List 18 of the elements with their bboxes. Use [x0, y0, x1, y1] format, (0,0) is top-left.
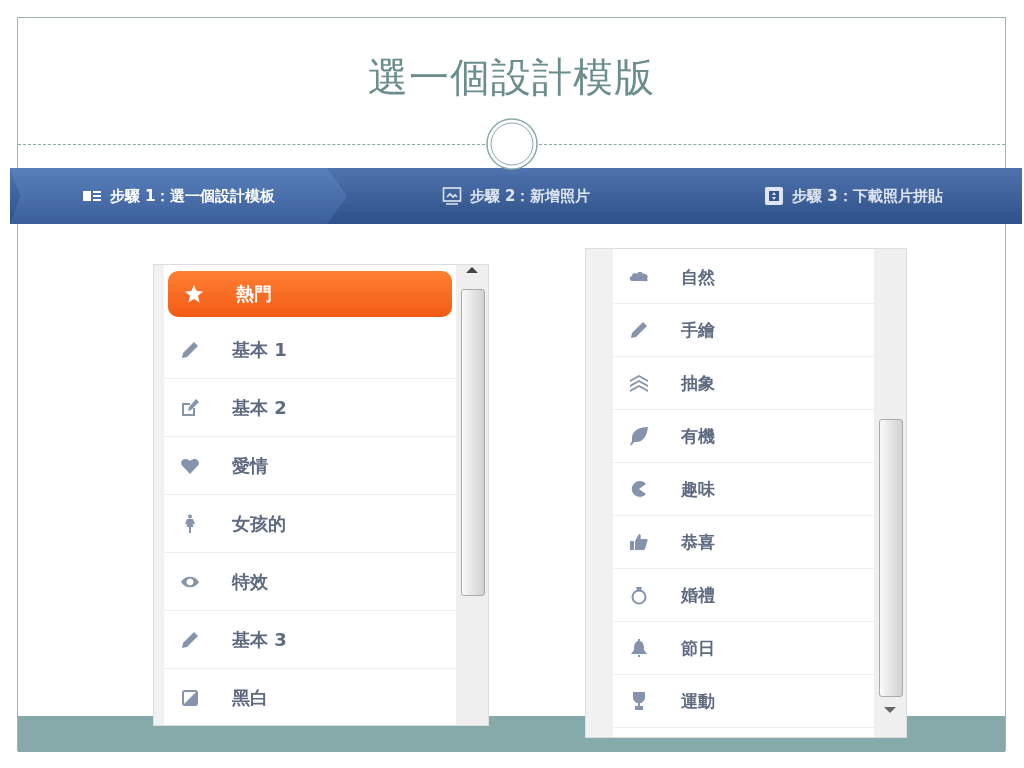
pencil-icon	[180, 339, 200, 360]
ring-icon	[629, 585, 649, 605]
thumbs-up-icon	[629, 532, 649, 552]
monitor-icon	[441, 186, 462, 206]
category-item[interactable]: 熱門	[168, 271, 452, 317]
edit-icon	[180, 397, 200, 418]
step-tab[interactable]: 步驟 1：選一個設計模板	[10, 168, 348, 224]
contrast-icon	[180, 687, 200, 708]
leaf-icon	[629, 426, 649, 446]
frame-icon	[764, 186, 784, 206]
star-icon	[184, 284, 204, 304]
slide-title: 選一個設計模版	[368, 53, 655, 102]
pencil-icon	[629, 320, 649, 340]
layers-icon	[629, 373, 649, 393]
bell-icon	[629, 638, 649, 658]
step-tab[interactable]: 步驟 2：新增照片	[347, 168, 685, 224]
pencil-icon	[180, 629, 200, 650]
step-tab[interactable]: 步驟 3：下載照片拼貼	[684, 168, 1022, 224]
